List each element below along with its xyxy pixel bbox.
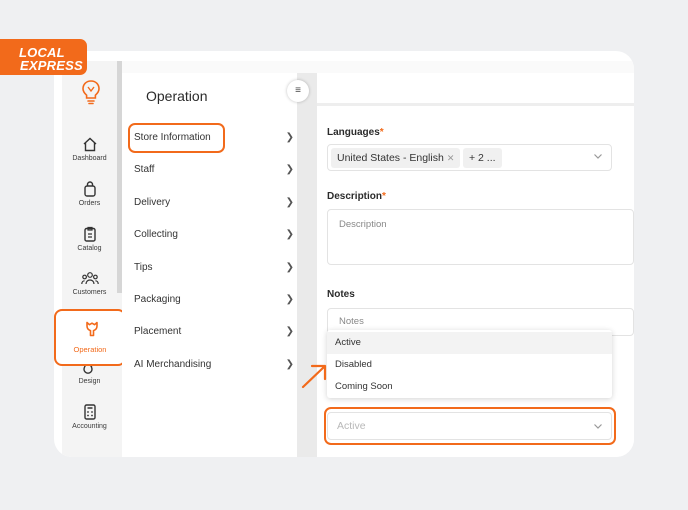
languages-label: Languages* (327, 127, 384, 138)
local-express-logo: LOCAL EXPRESS (0, 39, 87, 75)
calculator-icon (83, 404, 96, 420)
nav-customers-label: Customers (72, 289, 107, 296)
status-select[interactable]: Active (327, 412, 612, 440)
store-information-form: Languages* United States - English ✕ + 2 … (317, 73, 634, 457)
menu-item-label: Staff (134, 164, 155, 175)
nav-dashboard[interactable]: Dashboard (62, 137, 117, 162)
status-select-value: Active (337, 420, 366, 432)
menu-item-label: Delivery (134, 197, 171, 208)
chevron-right-icon: ❯ (285, 294, 294, 305)
menu-item-collecting[interactable]: Collecting ❯ (134, 225, 294, 245)
chevron-right-icon: ❯ (285, 229, 294, 240)
menu-item-label: Packaging (134, 294, 181, 305)
chevron-right-icon: ❯ (285, 262, 294, 273)
notes-label: Notes (327, 289, 355, 300)
home-icon (83, 137, 96, 152)
nav-design-label: Design (78, 378, 101, 385)
description-label: Description* (327, 191, 386, 202)
clipboard-icon (83, 226, 96, 242)
menu-item-staff[interactable]: Staff ❯ (134, 160, 294, 180)
nav-orders[interactable]: Orders (62, 181, 117, 207)
nav-catalog[interactable]: Catalog (62, 226, 117, 252)
nav-accounting[interactable]: Accounting (62, 404, 117, 430)
menu-item-packaging[interactable]: Packaging ❯ (134, 290, 294, 310)
nav-operation[interactable]: Operation (54, 309, 126, 366)
languages-select[interactable]: United States - English ✕ + 2 ... (327, 144, 612, 171)
screenshot-frame: Dashboard Orders Catalog Customers Desig… (54, 51, 634, 457)
nav-customers[interactable]: Customers (62, 271, 117, 296)
lightbulb-logo-icon (82, 80, 100, 105)
nav-catalog-label: Catalog (77, 245, 102, 252)
more-languages-tag[interactable]: + 2 ... (463, 148, 502, 168)
chevron-right-icon: ❯ (285, 326, 294, 337)
nav-accounting-label: Accounting (72, 423, 107, 430)
menu-item-label: Tips (134, 262, 153, 273)
chevron-right-icon: ❯ (285, 197, 294, 208)
status-option-coming-soon[interactable]: Coming Soon (327, 376, 612, 398)
menu-item-label: Collecting (134, 229, 178, 240)
wrench-icon (86, 321, 98, 337)
nav-orders-label: Orders (78, 200, 101, 207)
chevron-down-icon (594, 424, 602, 429)
chevron-right-icon: ❯ (285, 164, 294, 175)
arrow-pointer-icon (301, 364, 327, 389)
description-textarea[interactable]: Description (327, 209, 634, 265)
language-tag: United States - English ✕ (331, 148, 461, 168)
bag-icon (83, 181, 96, 197)
menu-item-label: Placement (134, 326, 182, 337)
remove-tag-icon[interactable]: ✕ (447, 153, 455, 163)
users-icon (80, 272, 99, 285)
operation-menu: Operation Store Information ❯ Staff ❯ De… (122, 73, 297, 457)
status-option-active[interactable]: Active (327, 332, 612, 354)
nav-operation-label: Operation (73, 345, 107, 354)
menu-item-label: Store Information (134, 132, 211, 143)
icon-sidebar: Dashboard Orders Catalog Customers Desig… (62, 61, 122, 457)
menu-item-delivery[interactable]: Delivery ❯ (134, 193, 294, 213)
menu-item-placement[interactable]: Placement ❯ (134, 322, 294, 342)
indent-icon: ≡ (295, 85, 301, 96)
nav-dashboard-label: Dashboard (72, 155, 107, 162)
menu-item-label: AI Merchandising (134, 359, 212, 370)
app-screen: Dashboard Orders Catalog Customers Desig… (54, 61, 634, 457)
status-dropdown-menu: Active Disabled Coming Soon (327, 330, 612, 398)
menu-item-tips[interactable]: Tips ❯ (134, 258, 294, 278)
chevron-right-icon: ❯ (285, 359, 294, 370)
status-option-disabled[interactable]: Disabled (327, 354, 612, 376)
menu-item-store-information[interactable]: Store Information ❯ (134, 128, 294, 148)
header-divider (317, 103, 634, 106)
collapse-menu-button[interactable]: ≡ (287, 80, 309, 102)
menu-title: Operation (146, 88, 208, 104)
chevron-down-icon (594, 154, 602, 159)
chevron-right-icon: ❯ (285, 132, 294, 143)
menu-item-ai-merchandising[interactable]: AI Merchandising ❯ (134, 355, 294, 375)
menu-divider (297, 73, 317, 457)
